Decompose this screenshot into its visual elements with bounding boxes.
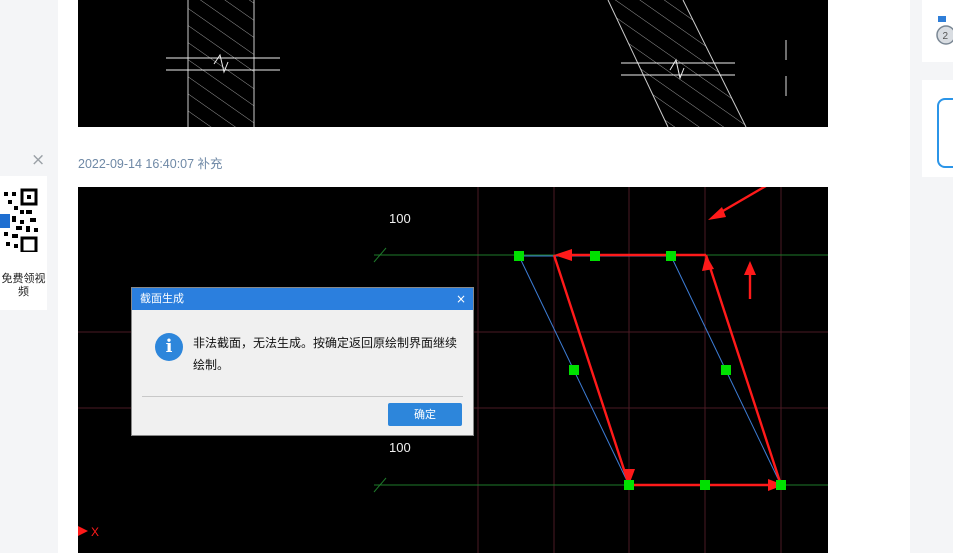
dialog-message: 非法截面，无法生成。按确定返回原绘制界面继续绘制。 [193,336,458,372]
right-sidebar-card-2 [922,80,953,177]
dialog-divider [142,396,463,397]
grip-points [514,251,786,490]
section-generate-dialog: 截面生成 × i 非法截面，无法生成。按确定返回原绘制界面继续绘制。 确定 [131,287,474,436]
dialog-title: 截面生成 [140,292,184,305]
section-outline [518,255,782,486]
dimension-label-bottom: 100 [389,440,411,455]
red-annotation [552,187,783,487]
dialog-titlebar: 截面生成 × [132,288,473,310]
qr-code-icon [0,188,40,254]
red-arrowheads [554,207,784,491]
promo-close-icon[interactable]: × [31,150,45,170]
ok-button[interactable]: 确定 [388,403,462,426]
dimension-label-top: 100 [389,211,411,226]
promo-text: 免费领视频 [1,272,46,298]
close-icon[interactable]: × [456,288,466,310]
info-icon: i [155,333,183,361]
ucs-x-label: X [91,525,99,539]
cad-screenshot-top [78,0,828,128]
supplement-timestamp: 2022-09-14 16:40:07 补充 [78,157,223,171]
svg-text:2: 2 [943,31,949,42]
right-sidebar-card: 2 [922,0,953,62]
medal-icon: 2 [936,16,953,45]
phone-icon [937,98,953,168]
